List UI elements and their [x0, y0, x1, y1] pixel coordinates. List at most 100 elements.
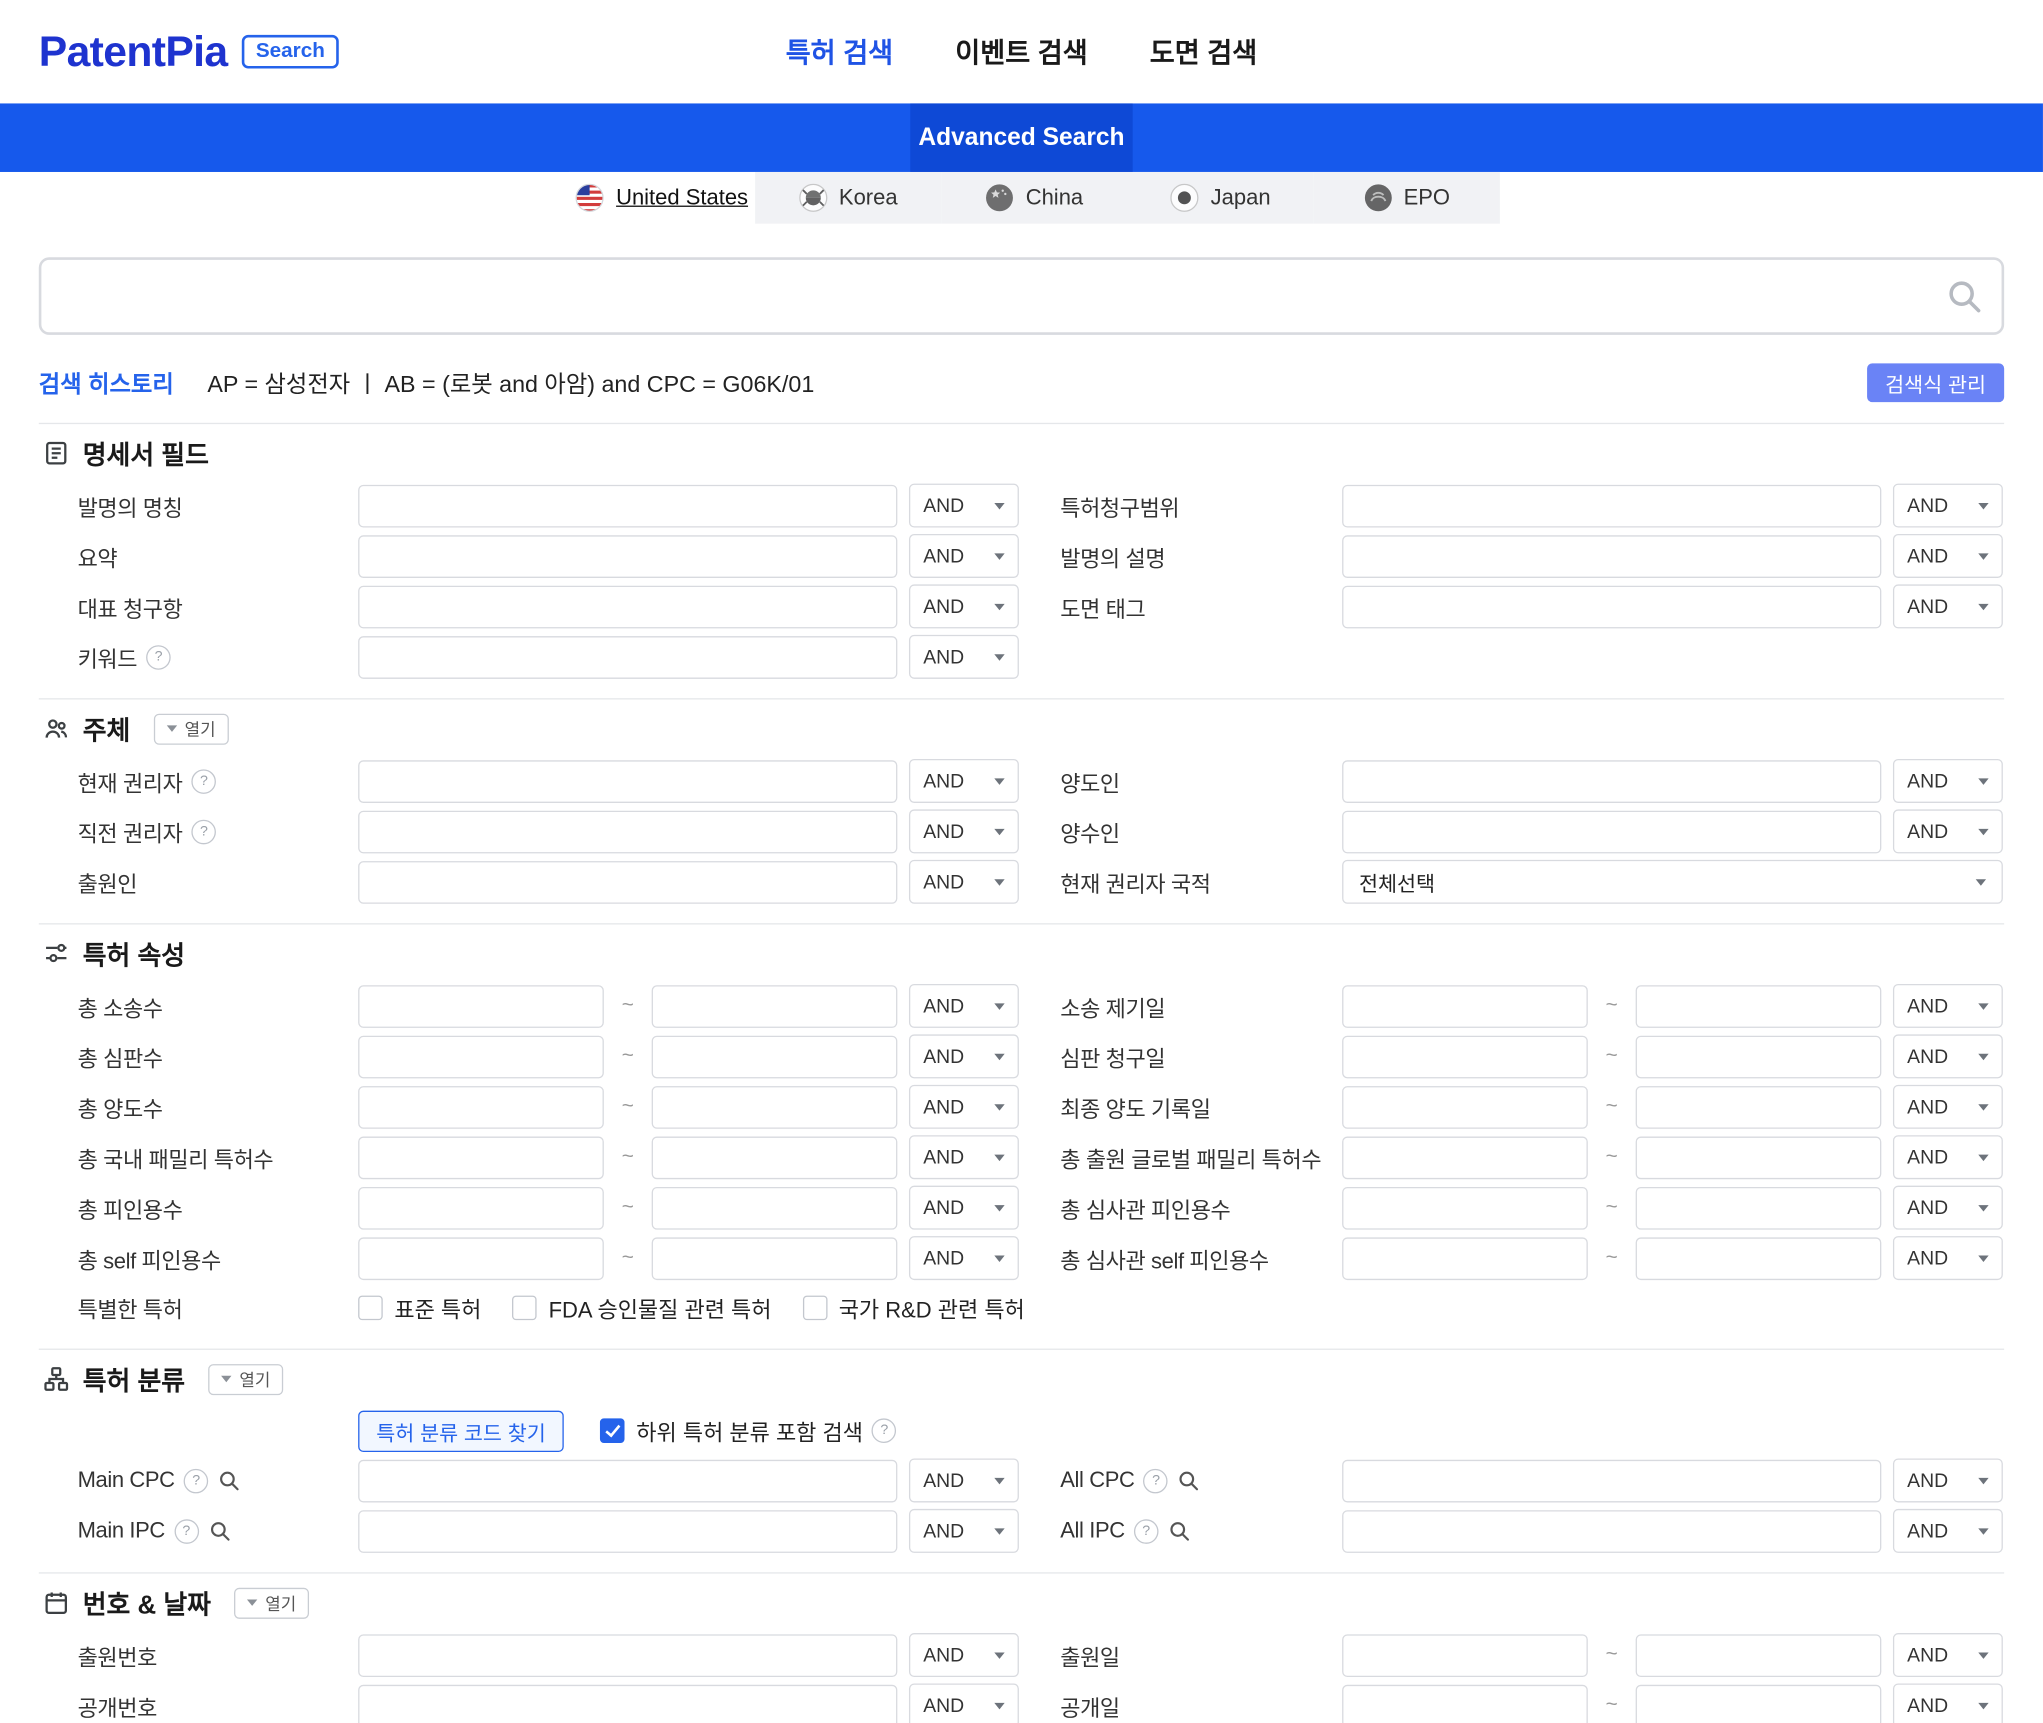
- drawing-tag-and-select[interactable]: AND: [1893, 584, 2003, 628]
- total-trials-min-input[interactable]: [358, 1035, 604, 1078]
- tab-country-china[interactable]: China: [941, 172, 1127, 224]
- all-cpc-and-select[interactable]: AND: [1893, 1459, 2003, 1503]
- examiner-self-citations-min-input[interactable]: [1342, 1237, 1588, 1280]
- total-citations-max-input[interactable]: [652, 1186, 898, 1229]
- tab-country-korea[interactable]: Korea: [755, 172, 941, 224]
- nationality-select[interactable]: 전체선택: [1342, 860, 2003, 904]
- help-icon[interactable]: ?: [192, 819, 217, 844]
- expand-numbers-dates-button[interactable]: 열기: [234, 1587, 309, 1618]
- keyword-input[interactable]: [358, 636, 897, 679]
- assignor-input[interactable]: [1342, 760, 1881, 803]
- tab-country-united-states[interactable]: United States: [569, 172, 755, 224]
- help-icon[interactable]: ?: [872, 1418, 897, 1443]
- nav-drawing-search[interactable]: 도면 검색: [1150, 32, 1257, 71]
- main-ipc-input[interactable]: [358, 1510, 897, 1553]
- lawsuit-filing-date-and-select[interactable]: AND: [1893, 984, 2003, 1028]
- total-lawsuits-max-input[interactable]: [652, 985, 898, 1028]
- previous-assignee-and-select[interactable]: AND: [909, 809, 1019, 853]
- help-icon[interactable]: ?: [184, 1468, 209, 1493]
- total-assignments-max-input[interactable]: [652, 1085, 898, 1128]
- examiner-self-citations-max-input[interactable]: [1636, 1237, 1882, 1280]
- applicant-input[interactable]: [358, 860, 897, 903]
- help-icon[interactable]: ?: [1144, 1468, 1169, 1493]
- application-date-from-input[interactable]: [1342, 1634, 1588, 1677]
- standard-patent-checkbox[interactable]: [358, 1296, 383, 1321]
- application-number-input[interactable]: [358, 1634, 897, 1677]
- current-assignee-and-select[interactable]: AND: [909, 759, 1019, 803]
- total-trials-and-select[interactable]: AND: [909, 1034, 1019, 1078]
- application-number-and-select[interactable]: AND: [909, 1633, 1019, 1677]
- global-family-count-max-input[interactable]: [1636, 1136, 1882, 1179]
- tab-country-japan[interactable]: Japan: [1127, 172, 1313, 224]
- total-assignments-min-input[interactable]: [358, 1085, 604, 1128]
- all-ipc-and-select[interactable]: AND: [1893, 1509, 2003, 1553]
- last-assignment-date-from-input[interactable]: [1342, 1085, 1588, 1128]
- publication-date-and-select[interactable]: AND: [1893, 1683, 2003, 1723]
- keyword-and-select[interactable]: AND: [909, 635, 1019, 679]
- all-ipc-input[interactable]: [1342, 1510, 1881, 1553]
- all-cpc-input[interactable]: [1342, 1459, 1881, 1502]
- application-date-to-input[interactable]: [1636, 1634, 1882, 1677]
- lawsuit-filing-date-to-input[interactable]: [1636, 985, 1882, 1028]
- description-and-select[interactable]: AND: [1893, 534, 2003, 578]
- main-ipc-search-icon[interactable]: [208, 1519, 231, 1542]
- abstract-input[interactable]: [358, 535, 897, 578]
- help-icon[interactable]: ?: [146, 645, 171, 670]
- search-icon[interactable]: [1945, 277, 1984, 322]
- logo[interactable]: PatentPia: [39, 27, 228, 76]
- trial-request-date-to-input[interactable]: [1636, 1035, 1882, 1078]
- publication-number-input[interactable]: [358, 1684, 897, 1723]
- current-assignee-input[interactable]: [358, 760, 897, 803]
- total-trials-max-input[interactable]: [652, 1035, 898, 1078]
- include-sub-classification-option[interactable]: 하위 특허 분류 포함 검색 ?: [600, 1415, 896, 1447]
- brand[interactable]: PatentPia Search: [39, 27, 339, 76]
- help-icon[interactable]: ?: [174, 1519, 199, 1544]
- claims-scope-input[interactable]: [1342, 484, 1881, 527]
- last-assignment-date-and-select[interactable]: AND: [1893, 1085, 2003, 1129]
- publication-date-from-input[interactable]: [1342, 1684, 1588, 1723]
- search-history-link[interactable]: 검색 히스토리: [39, 366, 174, 400]
- nav-event-search[interactable]: 이벤트 검색: [955, 32, 1087, 71]
- global-family-count-and-select[interactable]: AND: [1893, 1135, 2003, 1179]
- self-citations-and-select[interactable]: AND: [909, 1236, 1019, 1280]
- help-icon[interactable]: ?: [192, 769, 217, 794]
- trial-request-date-from-input[interactable]: [1342, 1035, 1588, 1078]
- representative-claim-and-select[interactable]: AND: [909, 584, 1019, 628]
- include-sub-classification-checkbox[interactable]: [600, 1418, 625, 1443]
- representative-claim-input[interactable]: [358, 585, 897, 628]
- all-ipc-search-icon[interactable]: [1167, 1519, 1190, 1542]
- domestic-family-count-min-input[interactable]: [358, 1136, 604, 1179]
- total-citations-min-input[interactable]: [358, 1186, 604, 1229]
- transferee-and-select[interactable]: AND: [1893, 809, 2003, 853]
- search-input[interactable]: [39, 257, 2004, 335]
- invention-title-and-select[interactable]: AND: [909, 484, 1019, 528]
- examiner-citations-min-input[interactable]: [1342, 1186, 1588, 1229]
- total-assignments-and-select[interactable]: AND: [909, 1085, 1019, 1129]
- standard-patent-option[interactable]: 표준 특허: [358, 1292, 481, 1324]
- self-citations-max-input[interactable]: [652, 1237, 898, 1280]
- expand-subject-button[interactable]: 열기: [154, 713, 229, 744]
- main-cpc-input[interactable]: [358, 1459, 897, 1502]
- examiner-citations-and-select[interactable]: AND: [1893, 1186, 2003, 1230]
- national-rnd-checkbox[interactable]: [803, 1296, 828, 1321]
- last-assignment-date-to-input[interactable]: [1636, 1085, 1882, 1128]
- find-classification-code-button[interactable]: 특허 분류 코드 찾기: [358, 1410, 564, 1451]
- expand-classification-button[interactable]: 열기: [208, 1363, 283, 1394]
- tab-country-epo[interactable]: EPO: [1314, 172, 1500, 224]
- manage-search-expressions-button[interactable]: 검색식 관리: [1867, 363, 2004, 402]
- examiner-citations-max-input[interactable]: [1636, 1186, 1882, 1229]
- all-cpc-search-icon[interactable]: [1177, 1469, 1200, 1492]
- domestic-family-count-max-input[interactable]: [652, 1136, 898, 1179]
- previous-assignee-input[interactable]: [358, 810, 897, 853]
- drawing-tag-input[interactable]: [1342, 585, 1881, 628]
- tab-advanced-search[interactable]: Advanced Search: [910, 103, 1132, 172]
- assignor-and-select[interactable]: AND: [1893, 759, 2003, 803]
- total-citations-and-select[interactable]: AND: [909, 1186, 1019, 1230]
- total-lawsuits-min-input[interactable]: [358, 985, 604, 1028]
- description-input[interactable]: [1342, 535, 1881, 578]
- total-lawsuits-and-select[interactable]: AND: [909, 984, 1019, 1028]
- fda-approved-substance-option[interactable]: FDA 승인물질 관련 특허: [512, 1292, 771, 1324]
- invention-title-input[interactable]: [358, 484, 897, 527]
- main-ipc-and-select[interactable]: AND: [909, 1509, 1019, 1553]
- application-date-and-select[interactable]: AND: [1893, 1633, 2003, 1677]
